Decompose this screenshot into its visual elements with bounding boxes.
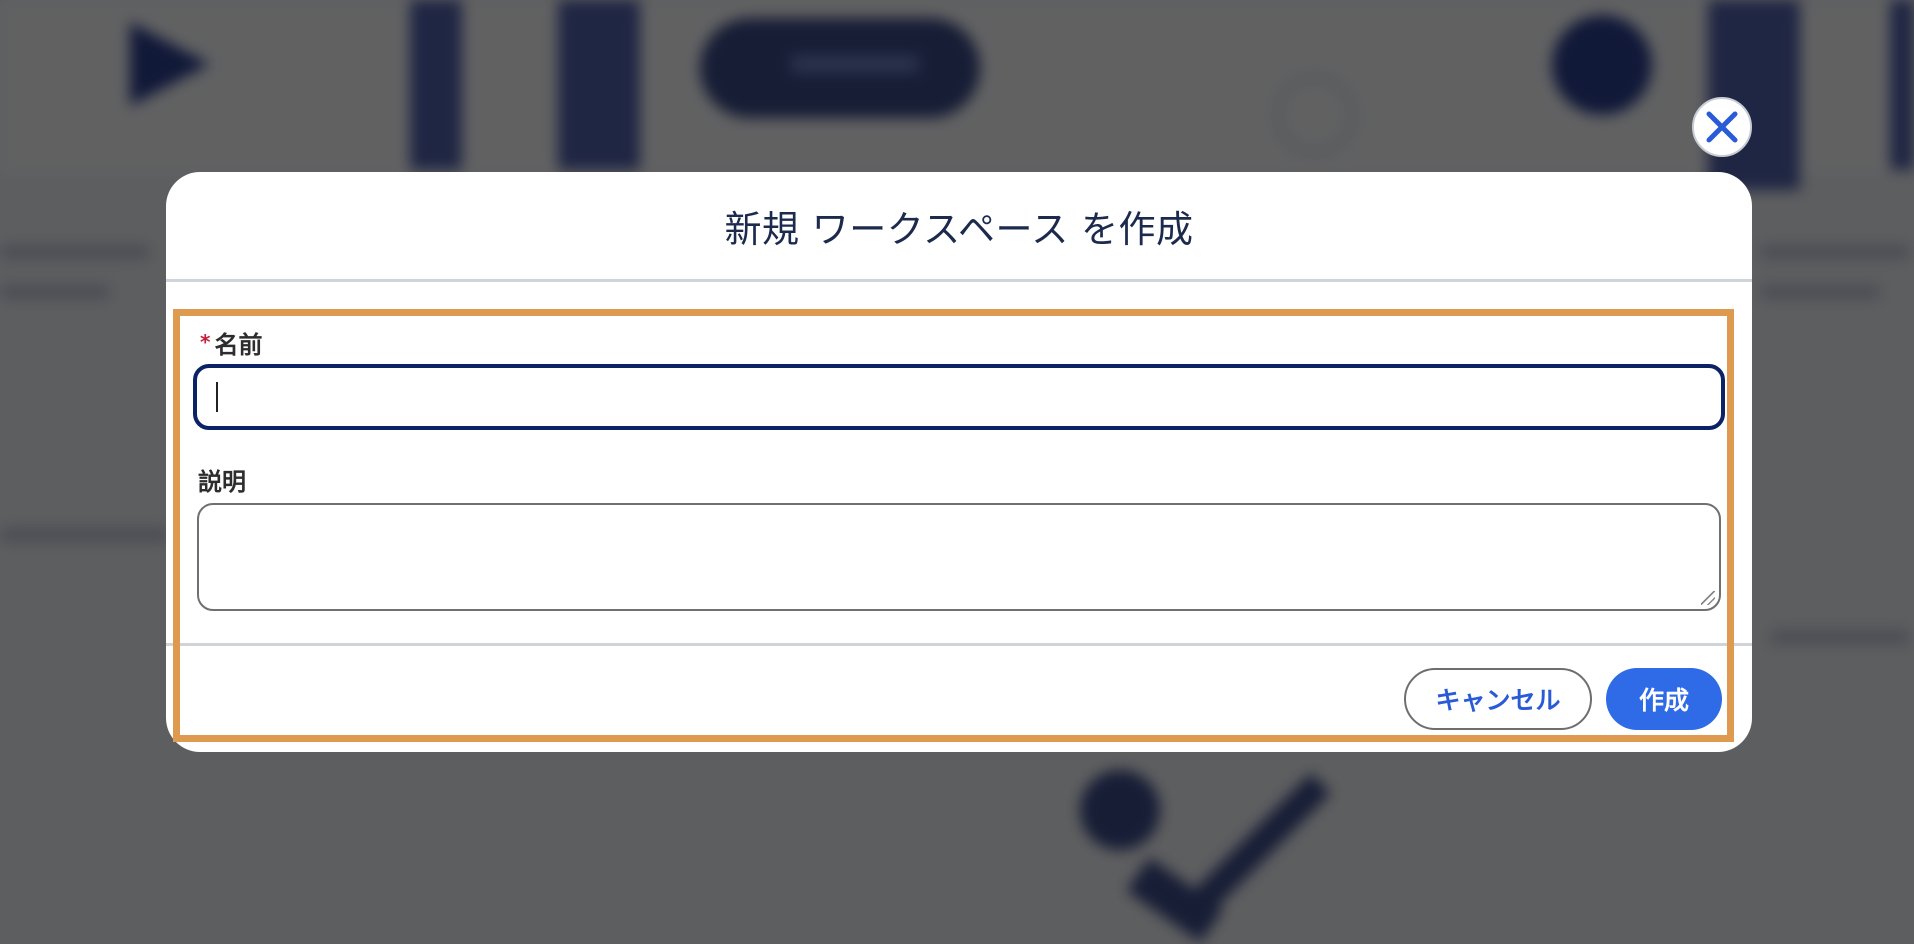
create-workspace-dialog: 新規 ワークスペース を作成 キャンセル 作成 <box>166 172 1752 752</box>
close-icon <box>1706 111 1738 143</box>
description-textarea[interactable] <box>197 503 1721 611</box>
cancel-button[interactable]: キャンセル <box>1404 668 1592 730</box>
dialog-title: 新規 ワークスペース を作成 <box>724 207 1194 251</box>
text-caret <box>216 382 218 412</box>
resize-grip-icon[interactable] <box>1701 591 1715 605</box>
name-label-text: 名前 <box>214 331 263 359</box>
description-label: 説明 <box>198 468 246 496</box>
create-button[interactable]: 作成 <box>1606 668 1722 730</box>
close-button[interactable] <box>1692 97 1752 157</box>
dialog-footer: キャンセル 作成 <box>166 643 1752 752</box>
required-marker: * <box>200 330 211 354</box>
dialog-header: 新規 ワークスペース を作成 <box>166 172 1752 282</box>
name-label: * 名前 <box>200 325 262 360</box>
name-input[interactable] <box>193 364 1725 430</box>
